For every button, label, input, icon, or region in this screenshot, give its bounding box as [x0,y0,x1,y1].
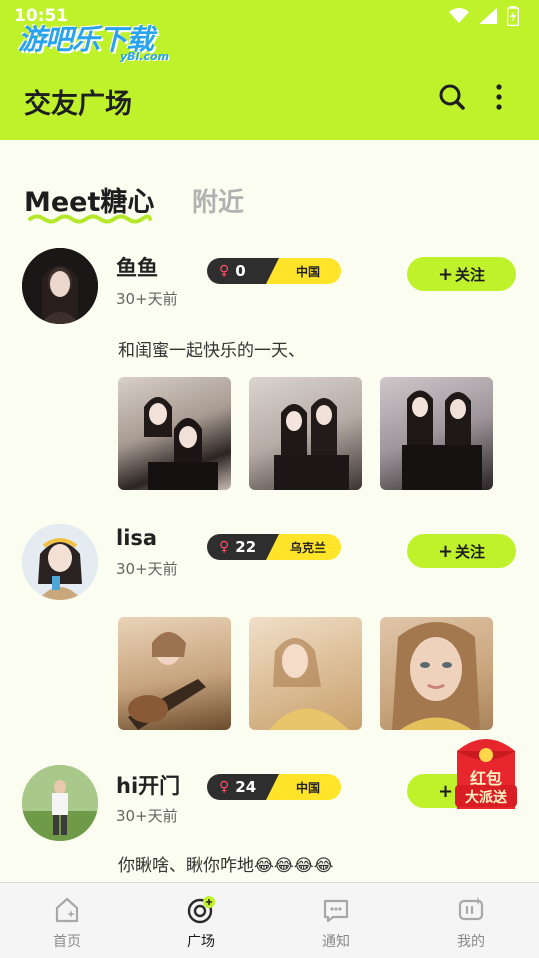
post-text: 和闺蜜一起快乐的一天、 [118,341,305,361]
watermark-sub: yBl.com [120,50,170,63]
post-time: 30+天前 [116,560,178,578]
red-packet-line1: 红包 [469,769,502,788]
user-info-badge: ♀ 22 乌克兰 [207,534,341,560]
search-icon[interactable] [437,82,467,112]
nav-label: 广场 [187,934,215,950]
female-icon: ♀ [219,263,230,279]
post-time: 30+天前 [116,290,178,308]
battery-icon [507,6,519,26]
signal-icon [479,8,497,24]
username: lisa [116,526,158,550]
post-photo[interactable] [249,617,362,730]
plaza-icon [187,896,215,924]
home-icon [55,897,79,923]
tab-nearby[interactable]: 附近 [192,182,244,219]
post-photo[interactable] [249,377,362,490]
nav-notifications[interactable]: 通知 [269,883,403,958]
post-photo[interactable] [118,377,231,490]
user-info-badge: ♀ 0 中国 [207,258,341,284]
post-time: 30+天前 [116,807,178,825]
app-header: 10:51 游吧乐下载 yBl.com 交友广场 [0,0,539,140]
age-value: 22 [235,538,257,556]
post-photo[interactable] [380,377,493,490]
nav-label: 首页 [53,934,81,950]
follow-button[interactable]: +关注 [407,534,516,568]
plus-icon: + [437,780,454,802]
nav-profile[interactable]: 我的 [404,883,538,958]
nav-label: 我的 [457,934,485,950]
plus-icon: + [437,540,454,562]
follow-button[interactable]: +关注 [407,257,516,291]
age-value: 24 [235,778,257,796]
post-photo[interactable] [118,617,231,730]
avatar[interactable] [22,524,98,600]
red-packet-button[interactable]: 红包 大派送 [453,733,519,809]
avatar[interactable] [22,765,98,841]
nav-plaza[interactable]: 广场 [134,883,268,958]
wifi-icon [449,8,469,23]
feed-tabs: Meet糖心 附近 [0,170,539,230]
avatar[interactable] [22,248,98,324]
bottom-nav: 首页 广场 通知 我的 [0,882,539,958]
post-text: 你瞅啥、瞅你咋地😂😂😂😂 [118,856,334,876]
age-value: 0 [235,262,246,280]
nav-home[interactable]: 首页 [0,883,134,958]
tab-active-indicator [28,214,152,224]
post-photo[interactable] [380,617,493,730]
page-title: 交友广场 [24,89,132,120]
female-icon: ♀ [219,539,230,555]
username: hi开门 [116,774,181,798]
red-packet-line2: 大派送 [465,790,507,806]
username: 鱼鱼 [116,256,158,280]
more-menu-icon[interactable] [488,82,510,112]
profile-icon [458,897,484,921]
female-icon: ♀ [219,779,230,795]
message-icon [323,899,349,923]
plus-icon: + [437,263,454,285]
user-info-badge: ♀ 24 中国 [207,774,341,800]
status-icons [449,6,519,26]
nav-label: 通知 [322,934,350,950]
